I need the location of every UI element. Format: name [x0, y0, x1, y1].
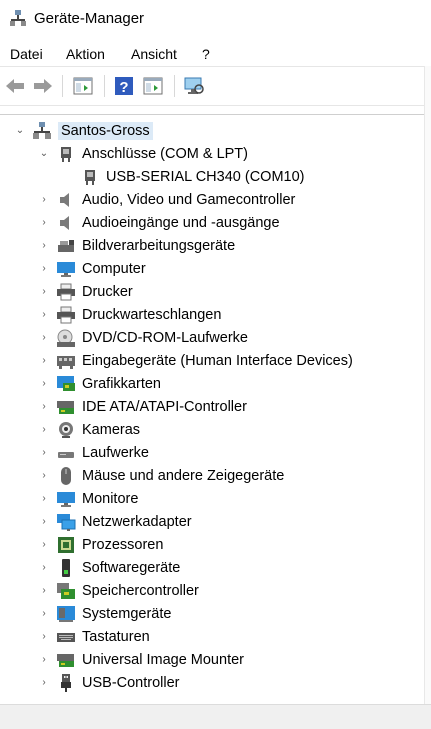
collapse-chevron-icon[interactable]: › [38, 447, 50, 459]
tree-node[interactable]: ⌄ Anschlüsse (COM & LPT) [38, 142, 248, 165]
imaging-device-icon [58, 239, 74, 252]
expand-chevron-icon[interactable]: ⌄ [38, 148, 50, 160]
tree-node[interactable]: › Universal Image Mounter [38, 648, 244, 671]
tree-node[interactable]: › Monitore [38, 487, 138, 510]
collapse-chevron-icon[interactable]: › [38, 332, 50, 344]
window-title: Geräte-Manager [34, 10, 145, 27]
menu-bar: Datei Aktion Ansicht ? [0, 42, 431, 66]
monitor-icon [57, 491, 75, 507]
properties-icon[interactable] [72, 75, 94, 97]
device-manager-icon [10, 10, 26, 26]
tree-node[interactable]: › Softwaregeräte [38, 556, 180, 579]
collapse-chevron-icon[interactable]: › [38, 470, 50, 482]
hid-icon [57, 355, 75, 369]
tree-node[interactable]: › Eingabegeräte (Human Interface Devices… [38, 349, 353, 372]
menu-help[interactable]: ? [202, 46, 210, 62]
tree-root[interactable]: ⌄ Santos-Gross [14, 119, 153, 142]
tree-node[interactable]: › Systemgeräte [38, 602, 171, 625]
collapse-chevron-icon[interactable]: › [38, 217, 50, 229]
tree-node[interactable]: › USB-Controller [38, 671, 180, 694]
image-mounter-icon [57, 653, 74, 667]
processor-icon [58, 536, 74, 553]
port-icon [85, 169, 95, 185]
collapse-chevron-icon[interactable]: › [38, 516, 50, 528]
tree-node[interactable]: › Tastaturen [38, 625, 149, 648]
status-bar [0, 704, 431, 729]
menu-ansicht[interactable]: Ansicht [131, 46, 177, 62]
tree-node[interactable]: › Grafikkarten [38, 372, 161, 395]
collapse-chevron-icon[interactable]: › [38, 309, 50, 321]
menu-datei[interactable]: Datei [10, 46, 43, 62]
ide-controller-icon [57, 400, 74, 414]
computer-root-icon [33, 121, 51, 139]
tree-node[interactable]: › Mäuse und andere Zeigegeräte [38, 464, 284, 487]
title-bar: Geräte-Manager [0, 0, 431, 38]
tree-node[interactable]: › Laufwerke [38, 441, 149, 464]
expand-chevron-icon[interactable]: ⌄ [14, 125, 26, 137]
collapse-chevron-icon[interactable]: › [38, 286, 50, 298]
toolbar-separator [104, 75, 105, 97]
toolbar-separator [62, 75, 63, 97]
tree-node[interactable]: › Computer [38, 257, 146, 280]
storage-controller-icon [57, 582, 75, 599]
collapse-chevron-icon[interactable]: › [38, 378, 50, 390]
dvd-drive-icon [57, 329, 75, 347]
window-right-edge [424, 66, 431, 706]
collapse-chevron-icon[interactable]: › [38, 493, 50, 505]
toolbar-separator [174, 75, 175, 97]
collapse-chevron-icon[interactable]: › [38, 263, 50, 275]
device-tree[interactable]: ⌄ Santos-Gross ⌄ Anschlüsse (COM & LPT) … [0, 114, 424, 705]
tree-node[interactable]: › Bildverarbeitungsgeräte [38, 234, 235, 257]
speaker-icon [60, 215, 69, 230]
collapse-chevron-icon[interactable]: › [38, 401, 50, 413]
printer-icon [57, 306, 75, 323]
collapse-chevron-icon[interactable]: › [38, 654, 50, 666]
collapse-chevron-icon[interactable]: › [38, 194, 50, 206]
collapse-chevron-icon[interactable]: › [38, 631, 50, 643]
computer-icon [57, 261, 75, 277]
collapse-chevron-icon[interactable]: › [38, 677, 50, 689]
collapse-chevron-icon[interactable]: › [38, 240, 50, 252]
tree-node[interactable]: › IDE ATA/ATAPI-Controller [38, 395, 247, 418]
mouse-icon [61, 466, 71, 485]
printer-icon [57, 283, 75, 300]
tree-node[interactable]: › Speichercontroller [38, 579, 199, 602]
camera-icon [59, 421, 73, 438]
collapse-chevron-icon[interactable]: › [38, 424, 50, 436]
forward-icon[interactable] [32, 75, 54, 97]
tree-node[interactable]: › DVD/CD-ROM-Laufwerke [38, 326, 248, 349]
tree-node[interactable]: › Audioeingänge und -ausgänge [38, 211, 279, 234]
tree-node[interactable]: › Netzwerkadapter [38, 510, 192, 533]
collapse-chevron-icon[interactable]: › [38, 539, 50, 551]
port-icon [61, 146, 71, 162]
keyboard-icon [57, 632, 75, 642]
collapse-chevron-icon[interactable]: › [38, 355, 50, 367]
svg-text:?: ? [119, 79, 128, 96]
menu-aktion[interactable]: Aktion [66, 46, 105, 62]
collapse-chevron-icon[interactable]: › [38, 562, 50, 574]
collapse-chevron-icon[interactable]: › [38, 585, 50, 597]
disk-drive-icon [58, 451, 74, 458]
scan-hardware-icon[interactable] [183, 75, 205, 97]
help-icon[interactable]: ? [113, 75, 135, 97]
toolbar: ? [0, 66, 431, 106]
network-adapter-icon [57, 513, 76, 531]
update-driver-icon[interactable] [142, 75, 164, 97]
software-device-icon [62, 558, 70, 577]
tree-child[interactable]: USB-SERIAL CH340 (COM10) [80, 165, 305, 188]
tree-node[interactable]: › Druckwarteschlangen [38, 303, 221, 326]
tree-node[interactable]: › Drucker [38, 280, 133, 303]
speaker-icon [60, 192, 69, 207]
usb-icon [61, 673, 71, 692]
tree-root-label: Santos-Gross [58, 121, 153, 140]
display-adapter-icon [57, 375, 75, 391]
system-device-icon [57, 605, 75, 622]
back-icon[interactable] [4, 75, 26, 97]
tree-node[interactable]: › Prozessoren [38, 533, 163, 556]
tree-node[interactable]: › Audio, Video und Gamecontroller [38, 188, 295, 211]
tree-node[interactable]: › Kameras [38, 418, 140, 441]
collapse-chevron-icon[interactable]: › [38, 608, 50, 620]
